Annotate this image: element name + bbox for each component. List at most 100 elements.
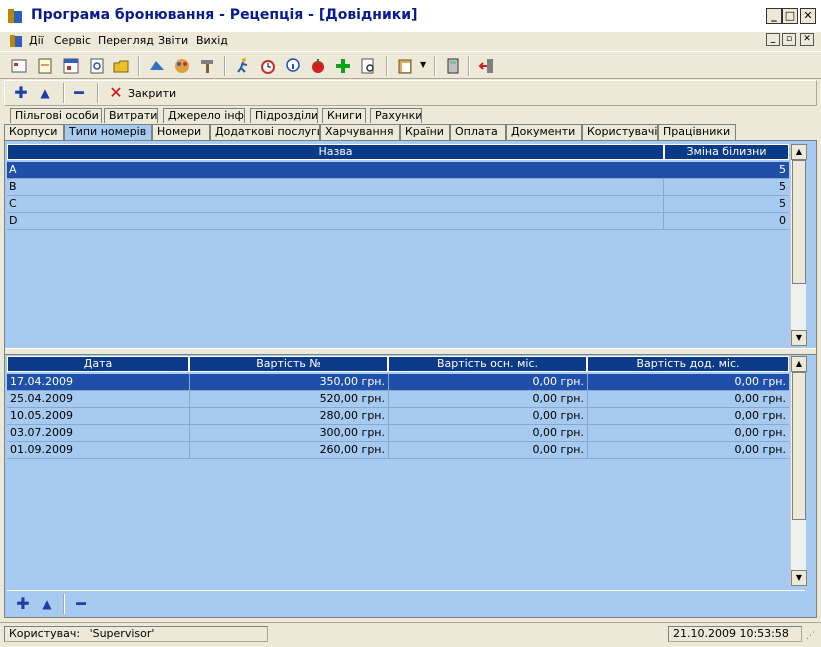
- tab-room-types[interactable]: Типи номерів: [64, 124, 152, 140]
- edit-price-button[interactable]: ▲: [37, 595, 57, 613]
- table-row[interactable]: 25.04.2009 520,00 грн. 0,00 грн. 0,00 гр…: [7, 391, 789, 408]
- splitter[interactable]: [5, 348, 816, 355]
- cell-extra-bed-price: 0,00 грн.: [587, 408, 789, 424]
- apple-icon[interactable]: [309, 57, 327, 75]
- tab-employees[interactable]: Працівники: [658, 124, 736, 140]
- table-row[interactable]: A 5: [7, 162, 789, 179]
- action-toolbar: ✚ ▲ ━ ✕ Закрити: [4, 80, 817, 106]
- tab-expenses[interactable]: Витрати: [104, 108, 158, 123]
- tab-documents[interactable]: Документи: [506, 124, 582, 140]
- green-cross-icon[interactable]: [334, 57, 352, 75]
- vertical-scrollbar[interactable]: ▲ ▼: [790, 144, 807, 346]
- column-header-main-bed-price[interactable]: Вартість осн. міс.: [388, 356, 587, 372]
- bed-icon[interactable]: [148, 57, 166, 75]
- doc-icon[interactable]: [8, 33, 24, 49]
- alarm-clock-icon[interactable]: [259, 57, 277, 75]
- tab-countries[interactable]: Країни: [400, 124, 450, 140]
- resize-grip-icon[interactable]: ⋰: [806, 631, 815, 641]
- minimize-button[interactable]: _: [766, 8, 782, 24]
- menu-exit[interactable]: Вихід: [196, 34, 228, 47]
- window-title: Програма бронювання - Рецепція - [Довідн…: [31, 7, 418, 23]
- mdi-restore-button[interactable]: ▫: [782, 33, 796, 46]
- palette-icon[interactable]: [173, 57, 191, 75]
- cell-date: 25.04.2009: [10, 392, 73, 405]
- tab-invoices[interactable]: Рахунки: [370, 108, 422, 123]
- prices-grid[interactable]: Дата Вартість № Вартість осн. міс. Варті…: [7, 356, 789, 586]
- tab-users[interactable]: Користувачі: [582, 124, 658, 140]
- table-row[interactable]: B 5: [7, 179, 789, 196]
- edit-up-button[interactable]: ▲: [35, 84, 55, 102]
- maximize-button[interactable]: □: [782, 8, 798, 24]
- column-header-date[interactable]: Дата: [7, 356, 189, 372]
- cell-main-bed-price: 0,00 грн.: [388, 408, 587, 424]
- menu-service[interactable]: Сервіс: [54, 34, 91, 47]
- refresh-icon[interactable]: [88, 57, 106, 75]
- cell-extra-bed-price: 0,00 грн.: [587, 442, 789, 458]
- status-user-panel: Користувач: 'Supervisor': [4, 626, 268, 642]
- delete-button[interactable]: ━: [69, 84, 89, 102]
- scroll-up-icon[interactable]: ▲: [791, 356, 807, 372]
- calendar-icon[interactable]: [62, 57, 80, 75]
- table-row[interactable]: 01.09.2009 260,00 грн. 0,00 грн. 0,00 гр…: [7, 442, 789, 459]
- toolbar-separator: [97, 83, 99, 103]
- document-icon[interactable]: [36, 57, 54, 75]
- delete-price-button[interactable]: ━: [71, 595, 91, 613]
- running-man-icon[interactable]: [234, 57, 252, 75]
- chevron-down-icon[interactable]: ▼: [420, 60, 426, 69]
- close-button[interactable]: Закрити: [128, 87, 176, 100]
- table-row[interactable]: 17.04.2009 350,00 грн. 0,00 грн. 0,00 гр…: [7, 374, 789, 391]
- exit-door-icon[interactable]: [478, 57, 496, 75]
- toolbar-separator: [468, 56, 470, 76]
- add-price-button[interactable]: ✚: [13, 595, 33, 613]
- tab-info-source[interactable]: Джерело інф.: [163, 108, 245, 123]
- scroll-down-icon[interactable]: ▼: [791, 570, 807, 586]
- print-preview-icon[interactable]: [359, 57, 377, 75]
- tools-icon[interactable]: [198, 57, 216, 75]
- form-icon[interactable]: [10, 57, 28, 75]
- cell-linen: 5: [664, 162, 789, 178]
- scroll-thumb[interactable]: [792, 160, 806, 284]
- info-icon[interactable]: [284, 57, 302, 75]
- cell-extra-bed-price: 0,00 грн.: [587, 391, 789, 407]
- mdi-close-button[interactable]: ✕: [800, 33, 814, 46]
- title-bar[interactable]: Програма бронювання - Рецепція - [Довідн…: [0, 0, 821, 32]
- scroll-thumb[interactable]: [792, 372, 806, 520]
- close-x-icon[interactable]: ✕: [107, 84, 125, 102]
- column-header-room-price[interactable]: Вартість №: [189, 356, 388, 372]
- menu-reports[interactable]: Звіти: [158, 34, 188, 47]
- cell-linen: 5: [779, 180, 786, 193]
- room-types-grid[interactable]: Назва Зміна білизни A 5 B 5 C 5 D 0: [7, 144, 789, 346]
- column-header-name[interactable]: Назва: [7, 144, 664, 160]
- cell-date: 17.04.2009: [7, 374, 189, 390]
- cell-main-bed-price: 0,00 грн.: [388, 374, 587, 390]
- table-row[interactable]: 10.05.2009 280,00 грн. 0,00 грн. 0,00 гр…: [7, 408, 789, 425]
- scroll-up-icon[interactable]: ▲: [791, 144, 807, 160]
- main-toolbar: ▼: [0, 51, 821, 79]
- tab-departments[interactable]: Підрозділи: [250, 108, 318, 123]
- column-header-linen[interactable]: Зміна білизни: [664, 144, 789, 160]
- vertical-scrollbar[interactable]: ▲ ▼: [790, 356, 807, 586]
- close-window-button[interactable]: ✕: [800, 8, 816, 24]
- folder-icon[interactable]: [112, 57, 130, 75]
- add-button[interactable]: ✚: [11, 84, 31, 102]
- tab-payment[interactable]: Оплата: [450, 124, 506, 140]
- tab-extra-services[interactable]: Додаткові послуги: [210, 124, 320, 140]
- cell-date: 10.05.2009: [10, 409, 73, 422]
- menu-bar: Дії Сервіс Перегляд Звіти Вихід: [0, 32, 821, 50]
- clipboard-icon[interactable]: [396, 57, 414, 75]
- menu-actions[interactable]: Дії: [29, 34, 44, 47]
- tab-privileged-persons[interactable]: Пільгові особи: [10, 108, 102, 123]
- scroll-down-icon[interactable]: ▼: [791, 330, 807, 346]
- tab-meals[interactable]: Харчування: [320, 124, 400, 140]
- tab-buildings[interactable]: Корпуси: [4, 124, 64, 140]
- mdi-minimize-button[interactable]: _: [766, 33, 780, 46]
- table-row[interactable]: D 0: [7, 213, 789, 230]
- table-row[interactable]: C 5: [7, 196, 789, 213]
- column-header-extra-bed-price[interactable]: Вартість дод. міс.: [587, 356, 789, 372]
- tab-books[interactable]: Книги: [322, 108, 366, 123]
- table-row[interactable]: 03.07.2009 300,00 грн. 0,00 грн. 0,00 гр…: [7, 425, 789, 442]
- calculator-icon[interactable]: [444, 57, 462, 75]
- tab-rooms[interactable]: Номери: [152, 124, 210, 140]
- toolbar-separator: [138, 56, 140, 76]
- menu-view[interactable]: Перегляд: [98, 34, 154, 47]
